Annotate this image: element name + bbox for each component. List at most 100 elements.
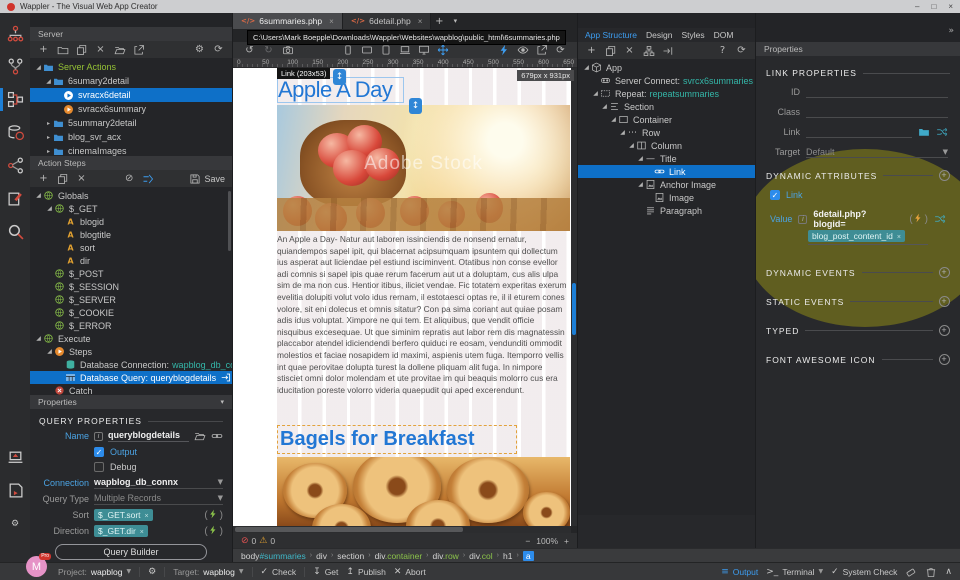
add-dynamic-attribute-button[interactable]: + [939,170,950,181]
minimize-button[interactable]: – [915,2,919,11]
id-input[interactable] [806,86,948,98]
tab-design[interactable]: Design [646,30,672,40]
desktop-button[interactable] [418,44,431,57]
new-tab-button[interactable]: + [431,13,447,29]
link-icon[interactable] [211,430,223,442]
tree-item-cinemaimages[interactable]: ▸cinemaImages [30,144,232,156]
expand-panel-button[interactable]: ∧ [945,567,952,577]
direction-dynamic-button[interactable]: () [204,525,223,537]
dynamic-link-checkbox[interactable]: ✓ [770,190,780,200]
bolt-button[interactable] [497,44,510,57]
close-tab-icon[interactable]: × [329,17,334,26]
rail-find-button[interactable] [0,215,30,248]
tree-item-container[interactable]: ◢Container [578,113,755,126]
tablet-landscape-button[interactable] [361,44,374,57]
help-button[interactable]: ? [716,44,729,57]
open-folder-icon[interactable] [194,430,206,442]
tree-item-title[interactable]: ◢—Title [578,152,755,165]
zoom-out-button[interactable]: − [525,536,530,546]
delete-button[interactable]: × [75,172,88,185]
expand-toggle-icon[interactable]: ◢ [627,142,636,149]
system-check-button[interactable]: ✓System Check [831,567,897,577]
tree-item-steps[interactable]: ◢Steps [30,345,232,358]
class-input[interactable] [806,106,948,118]
add-static-event-button[interactable]: + [939,296,950,307]
browse-folder-icon[interactable] [918,126,930,138]
disable-button[interactable]: ⊘ [123,172,136,185]
redo-button[interactable]: ↻ [262,44,275,57]
rail-docs-button[interactable] [0,474,30,507]
target-selector[interactable]: Target: wapblog ▼ [173,567,243,577]
tree-item-database-query-queryblogdetails[interactable]: Database Query: queryblogdetails [30,371,232,384]
tree-item-cookie[interactable]: $_COOKIE [30,306,232,319]
tree-item-catch[interactable]: Catch [30,384,232,395]
expand-toggle-icon[interactable]: ◢ [600,103,609,110]
connection-select[interactable]: wapblog_db_connx▼ [94,477,223,489]
expand-toggle-icon[interactable]: ◢ [45,348,54,355]
tree-item-app[interactable]: ◢App [578,61,755,74]
rail-site-manager-button[interactable] [0,17,30,50]
tab-list-button[interactable]: ▾ [447,13,463,29]
copy-button[interactable] [604,44,617,57]
save-button[interactable]: Save [189,173,225,185]
breadcrumb-div[interactable]: div [316,551,327,561]
refresh-button[interactable]: ⟳ [212,43,225,56]
tree-item-error[interactable]: $_ERROR [30,319,232,332]
drag-handle[interactable]: ↕ [409,98,422,114]
check-button[interactable]: ✓Check [261,567,297,577]
project-selector[interactable]: Project: wapblog ▼ [58,567,131,577]
expand-toggle-icon[interactable]: ▸ [44,134,53,141]
undo-button[interactable]: ↺ [243,44,256,57]
tree-item-section[interactable]: ◢Section [578,100,755,113]
refresh-button[interactable]: ⟳ [735,44,748,57]
breadcrumb-a[interactable]: a [523,551,534,561]
sitemap-button[interactable] [642,44,655,57]
get-button[interactable]: ↧Get [313,567,338,577]
rail-settings-button[interactable]: ⚙ [0,507,30,540]
expand-toggle-icon[interactable]: ◢ [636,181,645,188]
tree-item-get[interactable]: ◢$_GET [30,202,232,215]
rail-api-connector-button[interactable] [0,149,30,182]
blog-title-link-2[interactable]: Bagels for Breakfast [280,426,516,453]
rail-publish-button[interactable] [0,441,30,474]
breadcrumb-div[interactable]: div.col [469,551,492,561]
horizontal-scrollbar[interactable] [233,526,571,533]
apples-image[interactable]: Adobe Stock [277,105,570,231]
terminal-toggle[interactable]: >_Terminal▼ [766,567,823,577]
zoom-in-button[interactable]: + [564,536,569,546]
collapse-chevron-icon[interactable]: ▾ [220,395,224,409]
tree-item-session[interactable]: $_SESSION [30,280,232,293]
breadcrumb-h1[interactable]: h1 [503,551,512,561]
tree-item-dir[interactable]: Adir [30,254,232,267]
expand-toggle-icon[interactable]: ◢ [591,90,600,97]
rail-server-connect-button[interactable] [0,83,30,116]
shuffle-icon[interactable] [936,126,948,138]
add-typed-button[interactable]: + [939,325,950,336]
maximize-button[interactable]: □ [931,2,936,11]
tree-item-svracx6summary[interactable]: svracx6summary [30,102,232,116]
expand-toggle-icon[interactable]: ◢ [582,64,591,71]
bagels-image[interactable] [277,457,570,526]
second-heading-link[interactable]: Bagels for Breakfast [277,425,517,454]
drag-handle[interactable]: ↕ [333,69,346,85]
add-dynamic-event-button[interactable]: + [939,267,950,278]
dynamic-value-input[interactable]: 6detail.php?blogid= [813,209,897,229]
add-button[interactable]: + [37,172,50,185]
tree-item-sort[interactable]: Asort [30,241,232,254]
insert-after-button[interactable] [661,44,674,57]
trash-button[interactable] [925,566,937,578]
panel-scrollbar[interactable] [228,191,231,251]
close-tab-icon[interactable]: × [418,17,423,26]
breadcrumb-body[interactable]: body#summaries [241,551,306,561]
expand-toggle-icon[interactable]: ▸ [44,120,53,127]
delete-button[interactable]: × [623,44,636,57]
copy-button[interactable] [75,43,88,56]
value-dynamic-button[interactable]: () [909,213,928,225]
tree-item-database-connection[interactable]: Database Connection: wapblog_db_connx [30,358,232,371]
tree-item-row[interactable]: ◢⋯Row [578,126,755,139]
user-avatar[interactable]: M Pro [26,556,47,577]
tree-item-server[interactable]: $_SERVER [30,293,232,306]
settings-button[interactable]: ⚙ [193,43,206,56]
expand-toggle-icon[interactable]: ◢ [44,78,53,85]
editor-tab-6detail[interactable]: </> 6detail.php × [343,13,432,29]
